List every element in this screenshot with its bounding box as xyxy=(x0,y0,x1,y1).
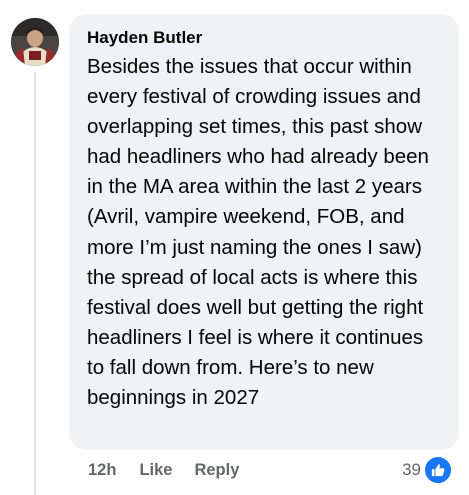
thread-connector-line xyxy=(34,72,36,495)
avatar[interactable] xyxy=(11,18,59,66)
reaction-summary[interactable]: 39 xyxy=(402,455,453,485)
comment-timestamp[interactable]: 12h xyxy=(88,461,116,480)
avatar-photo xyxy=(11,18,59,66)
comment-bubble: Hayden Butler Besides the issues that oc… xyxy=(69,14,459,450)
like-button[interactable]: Like xyxy=(139,461,172,480)
comment-text: Besides the issues that occur within eve… xyxy=(87,55,429,410)
thumbs-up-icon xyxy=(423,455,453,485)
comment-actions: 12h Like Reply xyxy=(88,459,239,481)
reaction-count: 39 xyxy=(402,460,421,479)
comment-author[interactable]: Hayden Butler xyxy=(87,27,445,49)
reply-button[interactable]: Reply xyxy=(194,461,239,480)
